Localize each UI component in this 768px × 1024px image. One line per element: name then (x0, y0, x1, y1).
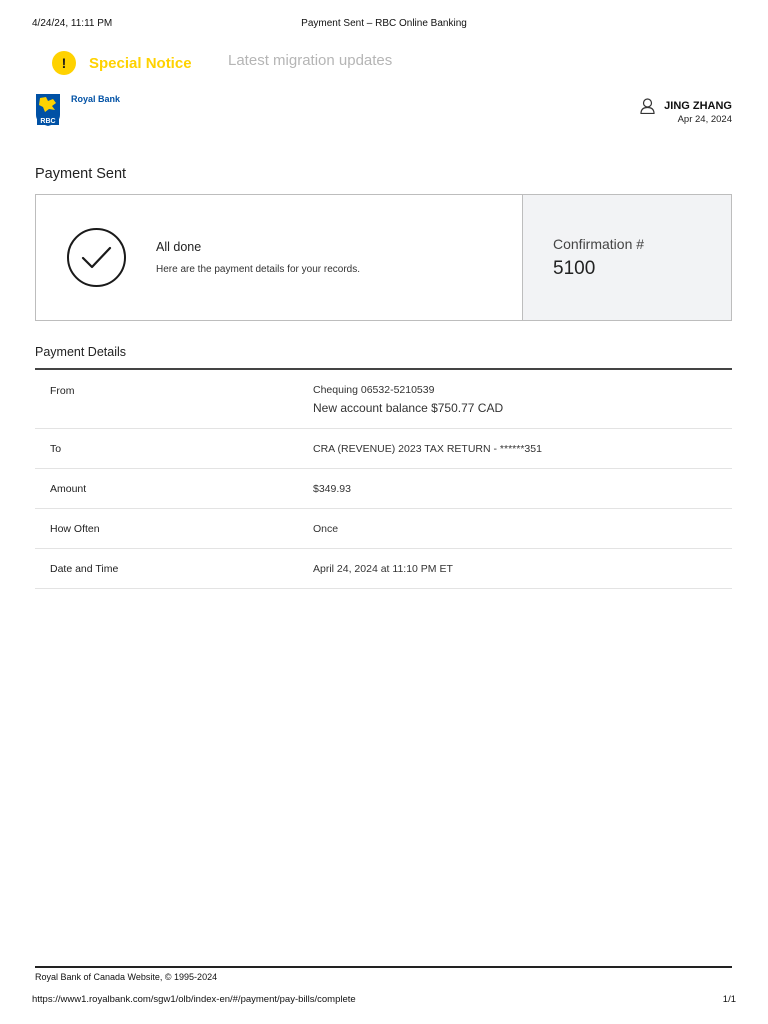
print-url: https://www1.royalbank.com/sgw1/olb/inde… (32, 994, 356, 1005)
print-page-number: 1/1 (722, 994, 736, 1005)
detail-label: To (50, 443, 62, 455)
amount-value: $349.93 (313, 483, 351, 495)
confirmation-message: All done Here are the payment details fo… (36, 195, 523, 320)
detail-row-datetime: Date and Time April 24, 2024 at 11:10 PM… (35, 549, 732, 589)
detail-label: From (50, 385, 75, 397)
user-name: JING ZHANG (664, 100, 732, 112)
user-profile: JING ZHANG Apr 24, 2024 (664, 98, 732, 126)
user-date: Apr 24, 2024 (677, 114, 732, 125)
print-header: 4/24/24, 11:11 PM Payment Sent – RBC Onl… (32, 18, 736, 32)
datetime-value: April 24, 2024 at 11:10 PM ET (313, 563, 453, 575)
special-notice[interactable]: ! Special Notice (52, 50, 192, 76)
detail-label: Date and Time (50, 563, 119, 575)
exclamation-icon: ! (52, 51, 76, 75)
confirmation-number-panel: Confirmation # 5100 (523, 195, 731, 320)
detail-row-from: From Chequing 06532-5210539 New account … (35, 370, 732, 429)
detail-label: How Often (50, 523, 100, 535)
confirmation-label: Confirmation # (553, 236, 645, 252)
confirmation-card: All done Here are the payment details fo… (35, 194, 732, 321)
special-notice-label: Special Notice (89, 54, 192, 72)
detail-row-to: To CRA (REVENUE) 2023 TAX RETURN - *****… (35, 429, 732, 469)
detail-row-amount: Amount $349.93 (35, 469, 732, 509)
detail-row-frequency: How Often Once (35, 509, 732, 549)
frequency-value: Once (313, 523, 339, 535)
rbc-lion-shield-icon[interactable]: RBC (35, 93, 61, 127)
payment-details-table: From Chequing 06532-5210539 New account … (35, 368, 732, 589)
migration-updates-link[interactable]: Latest migration updates (228, 52, 392, 69)
all-done-subtitle: Here are the payment details for your re… (156, 264, 360, 275)
all-done-title: All done (156, 240, 202, 254)
footer-divider (35, 966, 732, 968)
from-new-balance: New account balance $750.77 CAD (313, 401, 504, 415)
from-account: Chequing 06532-5210539 (313, 384, 435, 396)
confirmation-number: 5100 (553, 258, 596, 279)
payment-details-title: Payment Details (35, 345, 127, 359)
footer-copyright: Royal Bank of Canada Website, © 1995-202… (35, 972, 218, 982)
print-document-title: Payment Sent – RBC Online Banking (301, 18, 467, 29)
royal-bank-wordmark: Royal Bank (71, 94, 121, 104)
detail-label: Amount (50, 483, 87, 495)
svg-text:RBC: RBC (40, 118, 55, 125)
page-title: Payment Sent (35, 166, 127, 182)
to-payee: CRA (REVENUE) 2023 TAX RETURN - ******35… (313, 443, 542, 455)
checkmark-circle-icon (67, 228, 126, 287)
user-icon[interactable] (640, 98, 655, 114)
